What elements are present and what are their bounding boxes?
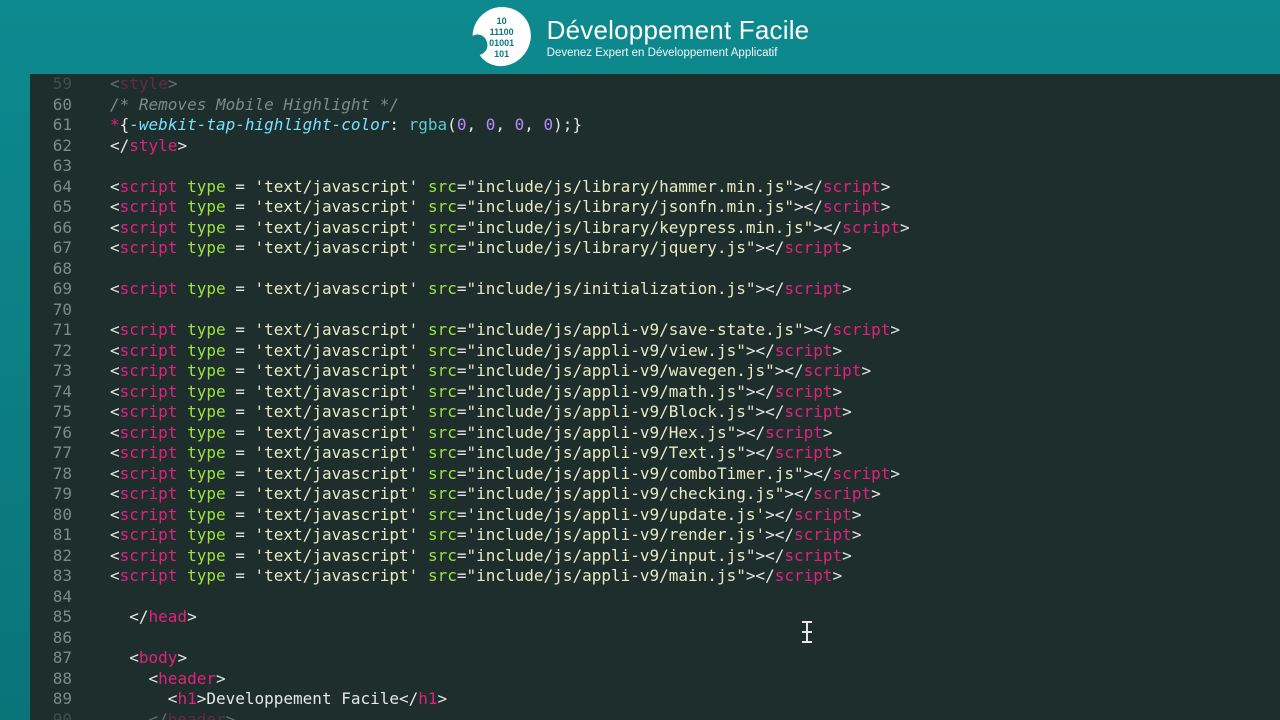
code-line[interactable]: <script type = 'text/javascript' src="in… xyxy=(86,279,1280,300)
line-number: 78 xyxy=(30,464,72,485)
line-number: 82 xyxy=(30,546,72,567)
code-line[interactable]: *{-webkit-tap-highlight-color: rgba(0, 0… xyxy=(86,115,1280,136)
line-number: 76 xyxy=(30,423,72,444)
line-number-gutter: 5960616263646566676869707172737475767778… xyxy=(30,74,86,720)
code-line[interactable]: <script type = 'text/javascript' src='in… xyxy=(86,505,1280,526)
line-number: 61 xyxy=(30,115,72,136)
logo-bits-3: 101 xyxy=(494,49,509,59)
code-line[interactable]: <body> xyxy=(86,648,1280,669)
line-number: 75 xyxy=(30,402,72,423)
line-number: 65 xyxy=(30,197,72,218)
line-number: 87 xyxy=(30,648,72,669)
line-number: 84 xyxy=(30,587,72,608)
line-number: 66 xyxy=(30,218,72,239)
line-number: 59 xyxy=(30,74,72,95)
code-line[interactable]: <script type = 'text/javascript' src="in… xyxy=(86,546,1280,567)
code-line[interactable] xyxy=(86,628,1280,649)
code-line[interactable]: <style> xyxy=(86,74,1280,95)
code-line[interactable]: <script type = 'text/javascript' src="in… xyxy=(86,218,1280,239)
line-number: 83 xyxy=(30,566,72,587)
code-line[interactable]: <script type = 'text/javascript' src="in… xyxy=(86,197,1280,218)
code-line[interactable]: <script type = 'text/javascript' src="in… xyxy=(86,361,1280,382)
code-line[interactable]: </header> xyxy=(86,710,1280,720)
code-line[interactable]: <script type = 'text/javascript' src="in… xyxy=(86,238,1280,259)
line-number: 69 xyxy=(30,279,72,300)
code-line[interactable]: <script type = 'text/javascript' src="in… xyxy=(86,443,1280,464)
line-number: 70 xyxy=(30,300,72,321)
code-editor[interactable]: 5960616263646566676869707172737475767778… xyxy=(30,74,1280,720)
line-number: 64 xyxy=(30,177,72,198)
code-area[interactable]: <style>/* Removes Mobile Highlight */*{-… xyxy=(86,74,1280,720)
line-number: 77 xyxy=(30,443,72,464)
line-number: 89 xyxy=(30,689,72,710)
code-line[interactable]: <script type = 'text/javascript' src='in… xyxy=(86,525,1280,546)
code-line[interactable]: <script type = 'text/javascript' src="in… xyxy=(86,464,1280,485)
logo-bits-0: 10 xyxy=(497,16,507,26)
line-number: 74 xyxy=(30,382,72,403)
line-number: 71 xyxy=(30,320,72,341)
code-line[interactable]: </style> xyxy=(86,136,1280,157)
line-number: 73 xyxy=(30,361,72,382)
code-line[interactable]: </head> xyxy=(86,607,1280,628)
code-line[interactable]: <script type = 'text/javascript' src="in… xyxy=(86,341,1280,362)
code-line[interactable]: <script type = 'text/javascript' src="in… xyxy=(86,320,1280,341)
brand-title: Développement Facile xyxy=(547,15,810,46)
code-line[interactable] xyxy=(86,156,1280,177)
code-line[interactable] xyxy=(86,587,1280,608)
code-line[interactable]: <script type = 'text/javascript' src="in… xyxy=(86,177,1280,198)
line-number: 68 xyxy=(30,259,72,280)
code-line[interactable]: <script type = 'text/javascript' src="in… xyxy=(86,423,1280,444)
code-line[interactable]: <header> xyxy=(86,669,1280,690)
line-number: 60 xyxy=(30,95,72,116)
code-line[interactable] xyxy=(86,300,1280,321)
line-number: 72 xyxy=(30,341,72,362)
line-number: 63 xyxy=(30,156,72,177)
line-number: 81 xyxy=(30,525,72,546)
line-number: 79 xyxy=(30,484,72,505)
brand-logo-icon: 10 11100 01001 101 xyxy=(471,6,533,68)
code-line[interactable]: /* Removes Mobile Highlight */ xyxy=(86,95,1280,116)
line-number: 88 xyxy=(30,669,72,690)
code-line[interactable]: <h1>Developpement Facile</h1> xyxy=(86,689,1280,710)
code-line[interactable]: <script type = 'text/javascript' src="in… xyxy=(86,566,1280,587)
code-line[interactable]: <script type = 'text/javascript' src="in… xyxy=(86,402,1280,423)
line-number: 86 xyxy=(30,628,72,649)
code-line[interactable]: <script type = 'text/javascript' src="in… xyxy=(86,484,1280,505)
line-number: 62 xyxy=(30,136,72,157)
brand-subtitle: Devenez Expert en Développement Applicat… xyxy=(547,47,810,59)
code-line[interactable]: <script type = 'text/javascript' src="in… xyxy=(86,382,1280,403)
logo-bits-1: 11100 xyxy=(490,27,514,37)
brand-header: 10 11100 01001 101 Développement Facile … xyxy=(471,6,810,68)
code-line[interactable] xyxy=(86,259,1280,280)
logo-bits-2: 01001 xyxy=(489,38,514,48)
line-number: 85 xyxy=(30,607,72,628)
line-number: 67 xyxy=(30,238,72,259)
line-number: 80 xyxy=(30,505,72,526)
line-number: 90 xyxy=(30,710,72,720)
